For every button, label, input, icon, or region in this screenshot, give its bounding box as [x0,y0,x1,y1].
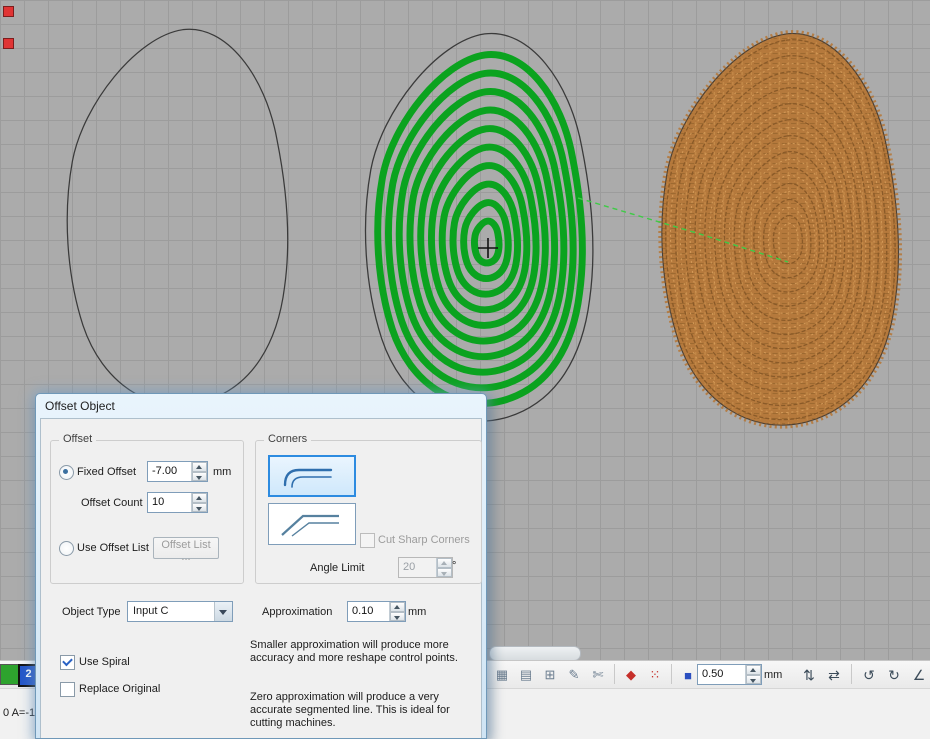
sharp-corner-style-button[interactable] [268,503,356,545]
toolbar-separator [614,664,615,684]
spin-up-icon[interactable] [746,665,761,675]
use-spiral-checkbox[interactable] [60,655,75,670]
stitch-shape[interactable] [662,34,899,426]
palette-chip-green[interactable] [0,664,19,685]
angle-limit-unit: ° [452,560,456,572]
rotate-cw-icon[interactable]: ↻ [883,663,905,687]
offset-shape[interactable] [366,33,593,421]
fixed-offset-label: Fixed Offset [77,466,136,478]
red-marker-icon [3,38,14,49]
offset-group-legend: Offset [59,433,96,445]
spin-down-icon[interactable] [192,503,207,513]
pattern-fill-icon[interactable]: ▤ [515,663,537,687]
spin-down-icon[interactable] [192,472,207,482]
outline-shape[interactable] [67,29,287,405]
approximation-note-1: Smaller approximation will produce more … [250,639,476,665]
cut-sharp-corners-label: Cut Sharp Corners [378,534,470,546]
transform-icon-group: ⇅ ⇄ ↺ ↻ ∠ [798,663,930,687]
reshape-icon[interactable]: ✎ [563,663,585,687]
use-offset-list-radio[interactable] [59,541,74,556]
approximation-value: 0.10 [348,602,389,621]
toolbar-separator [851,664,852,684]
fixed-offset-radio[interactable] [59,465,74,480]
mesh-icon[interactable]: ⊞ [539,663,561,687]
corners-group-legend: Corners [264,433,311,445]
outline-width-value: 0.50 [698,665,745,684]
dialog-body: Offset Fixed Offset -7.00 mm Offset Coun… [40,418,482,738]
outline-width-stepper[interactable]: 0.50 [697,664,762,685]
scissors-icon[interactable]: ✄ [587,663,609,687]
replace-original-checkbox[interactable] [60,682,75,697]
fill-grid-icon[interactable]: ▦ [491,663,513,687]
spin-up-icon[interactable] [437,558,452,568]
angle-icon[interactable]: ∠ [908,663,930,687]
toolbar-separator [671,664,672,684]
dialog-title: Offset Object [45,399,115,413]
object-type-label: Object Type [62,606,121,618]
approximation-label: Approximation [262,606,332,618]
spin-down-icon[interactable] [437,568,452,578]
red-diamond-icon[interactable]: ◆ [620,663,642,687]
spin-up-icon[interactable] [192,493,207,503]
use-spiral-label: Use Spiral [79,656,130,668]
approximation-unit: mm [408,606,426,618]
stitch-dots-icon[interactable]: ⁙ [644,663,666,687]
angle-limit-label: Angle Limit [310,562,364,574]
object-type-dropdown[interactable]: Input C [127,601,233,622]
sharp-corner-icon [277,509,347,539]
use-offset-list-label: Use Offset List [77,542,149,554]
offset-group: Offset Fixed Offset -7.00 mm Offset Coun… [50,440,244,584]
offset-list-button[interactable]: Offset List ... [153,537,219,559]
approximation-note-2: Zero approximation will produce a very a… [250,691,476,730]
horizontal-scrollbar-thumb[interactable] [489,646,581,661]
spin-up-icon[interactable] [390,602,405,612]
replace-original-label: Replace Original [79,683,160,695]
cut-sharp-corners-checkbox[interactable] [360,533,375,548]
object-type-value: Input C [128,602,214,621]
rotate-ccw-icon[interactable]: ↺ [858,663,880,687]
fixed-offset-unit: mm [213,466,231,478]
offset-rings [378,55,583,404]
angle-limit-value: 20 [399,558,436,577]
angle-limit-stepper[interactable]: 20 [398,557,453,578]
offset-count-label: Offset Count [81,497,143,509]
spin-up-icon[interactable] [192,462,207,472]
rounded-corner-style-button[interactable] [268,455,356,497]
approximation-stepper[interactable]: 0.10 [347,601,406,622]
swatch-blue-icon[interactable]: ■ [677,663,699,687]
chevron-down-icon[interactable] [214,602,232,621]
spin-down-icon[interactable] [746,675,761,685]
offset-count-stepper[interactable]: 10 [147,492,208,513]
flip-horizontal-icon[interactable]: ⇄ [823,663,845,687]
outline-width-unit: mm [764,669,782,681]
spin-down-icon[interactable] [390,612,405,622]
rounded-corner-icon [277,461,347,491]
corners-group: Corners Cut Sharp Corners Angle Limit 20 [255,440,482,584]
flip-vertical-icon[interactable]: ⇅ [798,663,820,687]
red-marker-icon [3,6,14,17]
fixed-offset-stepper[interactable]: -7.00 [147,461,208,482]
toolbar-icon-group: ▦ ▤ ⊞ ✎ ✄ ◆ ⁙ ■ ● [491,663,723,687]
offset-count-value: 10 [148,493,191,512]
fixed-offset-value: -7.00 [148,462,191,481]
offset-object-dialog[interactable]: Offset Object Offset Fixed Offset -7.00 … [35,393,487,739]
